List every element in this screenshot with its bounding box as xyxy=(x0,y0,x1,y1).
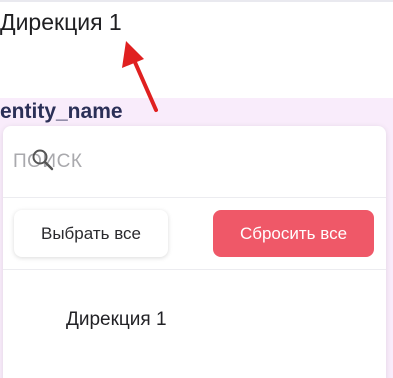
reset-all-button[interactable]: Сбросить все xyxy=(213,210,374,257)
search-icon xyxy=(32,149,54,171)
select-all-button[interactable]: Выбрать все xyxy=(14,210,168,257)
filter-dropdown: Выбрать все Сбросить все Дирекция 1 xyxy=(3,126,386,378)
search-row xyxy=(3,126,386,198)
option-item[interactable]: Дирекция 1 xyxy=(3,304,386,336)
search-input[interactable] xyxy=(13,144,313,180)
actions-row: Выбрать все Сбросить все xyxy=(3,198,386,270)
selected-value: Дирекция 1 xyxy=(0,9,122,35)
screen: Дирекция 1 entity_name Выбрать все Сброс… xyxy=(0,0,393,378)
arrow-icon xyxy=(122,41,158,112)
option-list: Дирекция 1 xyxy=(3,270,386,378)
entity-label: entity_name xyxy=(0,100,123,123)
top-divider xyxy=(0,0,393,2)
